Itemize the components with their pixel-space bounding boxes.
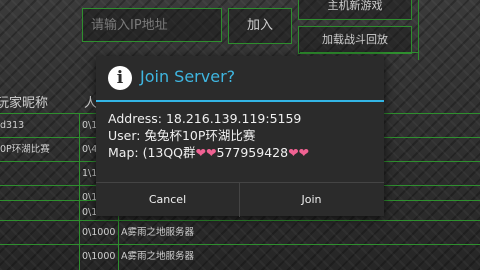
map-name-cell: A雾雨之地服务器 — [121, 227, 194, 238]
join-server-dialog: i Join Server? Address: 18.216.139.119:5… — [96, 56, 384, 217]
table-row[interactable]: 0\1000 A雾雨之地服务器 — [0, 244, 480, 269]
host-new-game-button[interactable]: 主机新游戏 — [298, 0, 412, 20]
load-replay-button[interactable]: 加载战斗回放 — [298, 26, 412, 54]
dialog-title: Join Server? — [140, 67, 236, 86]
dialog-header: i Join Server? — [96, 56, 384, 100]
frame-line — [300, 52, 418, 53]
map-prefix: Map: (13QQ群 — [108, 145, 196, 160]
player-count-cell: 0\1000 — [82, 251, 116, 262]
column-header-nickname: 玩家昵称 — [0, 96, 49, 111]
server-name-cell: d313 — [0, 120, 25, 131]
join-button-background[interactable]: 加入 — [228, 8, 292, 44]
server-name-cell: 0P环湖比赛 — [0, 144, 50, 155]
map-number: 577959428 — [216, 145, 289, 160]
map-line: Map: (13QQ群❤❤577959428❤❤ — [108, 144, 378, 161]
map-name-cell: A雾雨之地服务器 — [121, 251, 194, 262]
cancel-button[interactable]: Cancel — [96, 183, 240, 217]
heart-icon: ❤❤ — [195, 145, 217, 160]
info-icon: i — [108, 66, 132, 90]
table-row[interactable]: 0\1000 A雾雨之地服务器 — [0, 220, 480, 245]
dialog-message: Address: 18.216.139.119:5159 User: 兔兔杯10… — [108, 110, 378, 161]
frame-line — [418, 0, 419, 60]
heart-icon: ❤❤ — [288, 145, 310, 160]
player-count-cell: 0\1000 — [82, 227, 116, 238]
player-count-cell: 1\1 — [82, 168, 98, 179]
join-button[interactable]: Join — [240, 183, 383, 217]
dialog-button-bar: Cancel Join — [96, 182, 384, 217]
address-line: Address: 18.216.139.119:5159 — [108, 111, 302, 126]
user-line: User: 兔兔杯10P环湖比赛 — [108, 128, 256, 143]
player-count-cell: 0\1 — [82, 120, 98, 131]
dialog-divider — [96, 100, 384, 102]
player-count-cell: 0\4 — [82, 144, 98, 155]
ip-address-input[interactable]: 请输入IP地址 — [82, 8, 222, 42]
